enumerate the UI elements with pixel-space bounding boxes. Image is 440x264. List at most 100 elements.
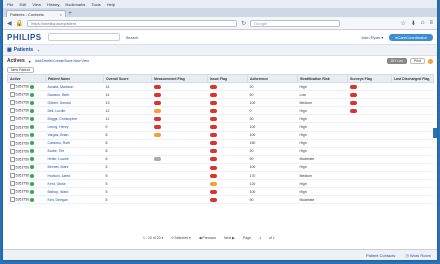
alert-icon[interactable] [428,58,433,64]
user-menu[interactable]: John Ryan ▾ [361,35,383,40]
home-icon[interactable]: ⌂ [421,20,425,27]
patient-id: 5353756 [15,116,30,121]
patient-name-link[interactable]: Heller, Louise [45,155,104,164]
star-icon[interactable]: ☆ [400,20,405,27]
patient-name-link[interactable]: Kim, Deegan [45,195,104,205]
next-button[interactable]: Next ▶ [224,236,235,240]
side-panel-handle[interactable] [433,128,437,138]
new-tab-icon[interactable]: + [66,10,74,17]
menu-file[interactable]: File [7,2,13,7]
chevron-down-icon[interactable]: ▾ [29,59,31,64]
menu-view[interactable]: View [32,2,41,7]
row-checkbox[interactable] [9,100,15,106]
table-row[interactable]: 5353756 Kent, Olivia 5 120 High [7,179,434,189]
table-row[interactable]: 5353756 Gilbert, Donald 13 100 Medium [7,98,434,108]
browser-tab[interactable]: Patients - Contexts × [6,10,66,17]
row-checkbox[interactable] [9,132,15,138]
diy-list-button[interactable]: DIY List [386,58,407,64]
col-stratification-risk[interactable]: Stratification Risk [297,74,348,83]
selected-count[interactable]: 0 Selected ▾ [171,236,190,240]
table-row[interactable]: 5353756 Bell, Lucille 12 0 High [7,106,434,116]
row-checkbox[interactable] [9,124,15,130]
patient-name-link[interactable]: Bell, Lucille [45,106,104,116]
row-checkbox[interactable] [9,189,15,195]
col-last-discharged-flag[interactable]: Last Discharged Flag [391,74,434,83]
row-checkbox[interactable] [9,197,15,203]
download-icon[interactable]: ⬇ [411,20,416,27]
back-icon[interactable]: ◀ [7,20,12,27]
browser-search-input[interactable]: Google [250,19,341,27]
reload-icon[interactable]: ↻ [241,20,246,27]
table-row[interactable]: 5353756 Vargas, Brian 8 100 High [7,131,434,140]
row-checkbox[interactable] [9,181,15,187]
context-button[interactable]: eCareCoordinator [389,33,433,41]
patient-name-link[interactable]: Burke, Tim [45,147,104,156]
menu-history[interactable]: History [47,2,59,7]
url-bar[interactable]: https://intellispace/patient [27,19,238,27]
col-patient-name[interactable]: Patient Name [45,74,104,83]
table-row[interactable]: 5353756 Kim, Deegan 5 90 Moderate [7,195,434,205]
row-checkbox[interactable] [9,164,15,170]
row-checkbox[interactable] [9,148,15,154]
table-row[interactable]: 5353756 Cardoso, Ruth 8 150 High [7,139,434,148]
table-row[interactable]: 5353756 Hudson, Jared 5 170 Medium [7,171,434,181]
patient-name-link[interactable]: Bennet, Mark [45,163,104,173]
patient-name-link[interactable]: Hudson, Jared [45,171,104,181]
menu-tools[interactable]: Tools [91,2,100,7]
stratification-risk: Moderate [297,195,348,205]
menu-icon[interactable]: ≡ [429,20,433,27]
menu-bookmarks[interactable]: Bookmarks [65,2,85,7]
adherence: 90 [247,155,298,164]
menu-edit[interactable]: Edit [19,2,26,7]
table-row[interactable]: 5353756 Briggs, Christopher 11 30 High [7,114,434,124]
view-manage-link[interactable]: Add/Delete/Create/Save New View [35,59,89,63]
new-patient-button[interactable]: New Patient [7,67,34,73]
app-search-input[interactable] [47,33,120,41]
table-row[interactable]: 5353756 Dawson, Beth 14 50 Low [7,90,434,100]
col-active[interactable]: Active [7,74,46,83]
row-checkbox[interactable] [9,116,15,122]
row-checkbox[interactable] [9,92,15,98]
col-overall-score[interactable]: Overall Score [103,74,152,83]
status-icon [30,100,35,105]
col-issue-flag[interactable]: Issue Flag [207,74,248,83]
table-row[interactable]: 5353756 Leung, Henry 9 100 High [7,122,434,132]
patient-name-link[interactable]: Acosta, Madison [45,82,104,92]
patient-name-link[interactable]: Dawson, Beth [45,90,104,100]
row-checkbox[interactable] [9,84,15,90]
menu-help[interactable]: Help [107,2,115,7]
work-room-link[interactable]: ◷ Work Room [405,253,431,258]
clock-icon: ◷ [405,252,409,258]
patient-name-link[interactable]: Vargas, Brian [45,131,104,140]
page-range[interactable]: 1 - 20 of 20 ▾ [143,236,163,240]
last-discharged-flag-cell [391,155,434,164]
add-tab-icon[interactable]: + [37,48,39,53]
table-row[interactable]: 5353756 Burke, Tim 8 20 High [7,147,434,156]
patient-name-link[interactable]: Kent, Olivia [45,179,104,189]
table-row[interactable]: 5353756 Bennet, Mark 5 100 High [7,163,434,173]
patient-name-link[interactable]: Cardoso, Ruth [45,139,104,148]
patient-name-link[interactable]: Briggs, Christopher [45,114,104,124]
app-search-button[interactable]: Search [126,35,139,40]
patient-name-link[interactable]: Bishop, Ward [45,187,104,197]
previous-button[interactable]: ◀ Previous [199,236,216,240]
tab-patients[interactable]: ▦ Patients [7,47,33,53]
col-measurement-flag[interactable]: Measurement Flag [151,74,208,83]
row-checkbox[interactable] [9,108,15,114]
patient-name-link[interactable]: Gilbert, Donald [45,98,104,108]
overall-score: 5 [103,179,152,189]
col-adherence[interactable]: Adherence [247,74,298,83]
patient-name-link[interactable]: Leung, Henry [45,122,104,132]
row-checkbox[interactable] [9,173,15,179]
col-surveys-flag[interactable]: Surveys Flag [347,74,392,83]
table-row[interactable]: 5353756 Bishop, Ward 5 100 High [7,187,434,197]
patient-contacts-link[interactable]: Patient Contacts [366,253,395,258]
print-button[interactable]: Print [409,58,425,64]
row-checkbox[interactable] [9,140,15,146]
overall-score: 5 [103,195,152,205]
close-icon[interactable]: × [60,12,62,17]
table-row[interactable]: 5353756 Heller, Louise 6 90 Moderate [7,155,434,164]
page-number[interactable]: 1 [259,236,261,240]
row-checkbox[interactable] [9,156,15,162]
table-row[interactable]: 5353756 Acosta, Madison 14 20 High [7,82,434,92]
